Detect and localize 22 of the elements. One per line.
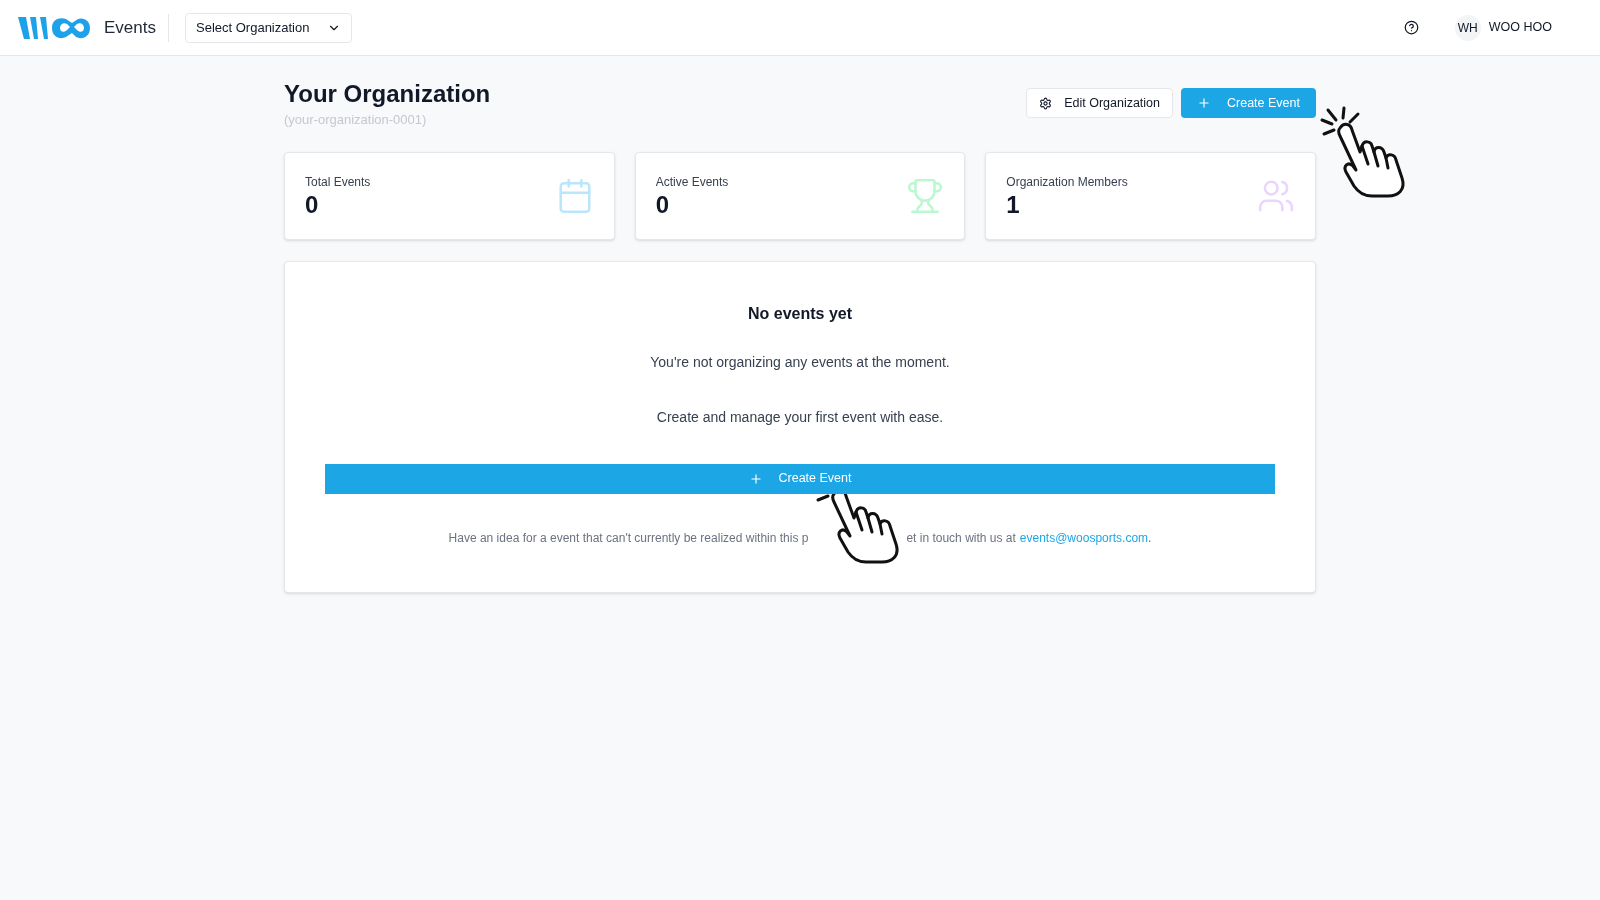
stat-value: 1 xyxy=(1006,190,1021,219)
stat-label: Total Events xyxy=(305,173,371,191)
empty-state-text: Create and manage your first event with ease. xyxy=(656,407,944,427)
page-title: Your Organization xyxy=(284,79,491,109)
gear-icon xyxy=(1039,96,1053,110)
organization-select[interactable]: Select Organization xyxy=(185,12,352,43)
footer-text: Have an idea for a event that can't currently be realized within this p xyxy=(448,529,809,547)
avatar[interactable]: WH xyxy=(1454,14,1481,41)
stat-value: 0 xyxy=(305,190,320,219)
plus-icon xyxy=(748,471,763,486)
stat-value: 0 xyxy=(655,190,670,219)
footer-text: et in touch with us at xyxy=(906,529,1016,547)
empty-state-heading: No events yet xyxy=(747,303,852,324)
stat-label: Organization Members xyxy=(1006,173,1128,191)
footer-punctuation: . xyxy=(1148,529,1152,547)
edit-organization-button[interactable]: Edit Organization xyxy=(1026,88,1174,118)
app-name: Events xyxy=(104,13,169,42)
empty-state-text: You're not organizing any events at the moment. xyxy=(650,352,950,372)
stat-label: Active Events xyxy=(655,173,729,191)
help-icon[interactable] xyxy=(1403,20,1419,35)
plus-icon xyxy=(1197,96,1212,110)
user-name[interactable]: WOO HOO xyxy=(1488,18,1552,37)
